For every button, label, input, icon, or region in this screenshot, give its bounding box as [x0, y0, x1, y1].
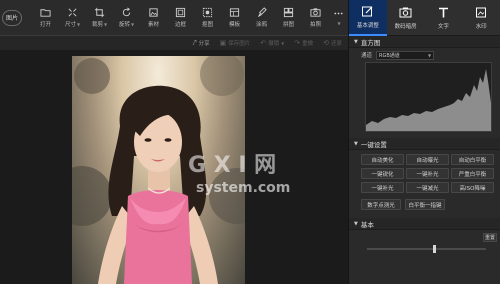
channel-label: 通道: [361, 53, 373, 59]
undo-button[interactable]: ↶ 撤销 ▼: [260, 39, 284, 47]
rotate-icon: [122, 7, 131, 17]
photo-editor-app: 图片 打开 尺寸▼ 裁剪▼ 旋转▼ 素材 边框 抠图 模板 涂鸦 拼图 拍照 ▼…: [0, 0, 500, 284]
tool-label: 打开: [39, 22, 51, 28]
save-icon: ▣: [219, 39, 227, 47]
slider-knob[interactable]: [433, 245, 436, 253]
text-icon: [438, 7, 448, 18]
template-icon: [229, 8, 240, 17]
toolbar-brush-button[interactable]: 涂鸦: [248, 2, 275, 34]
adjust-panel: 基本调整 数码暗房 文字 水印 ▼ 直方图 通道 RGB通道 ▼ ▼ 一键设置 …: [348, 0, 500, 284]
collapse-triangle-icon: ▼: [354, 38, 358, 45]
histogram-section-header[interactable]: ▼ 直方图: [349, 36, 500, 48]
tool-label: 模板: [228, 22, 240, 28]
toolbar-collage-button[interactable]: 拼图: [275, 2, 302, 34]
channel-select[interactable]: RGB通道 ▼: [376, 50, 435, 60]
darkroom-icon: [399, 7, 412, 18]
toolbar-cutout-button[interactable]: 抠图: [194, 2, 221, 34]
tool-label: 抠图: [201, 22, 213, 28]
tab-label: 基本调整: [356, 23, 379, 29]
spot-metering-button[interactable]: 数字点测光: [361, 199, 401, 210]
tab-label: 数码暗房: [394, 24, 417, 30]
tool-label: 裁剪▼: [91, 22, 108, 28]
sharpen-button[interactable]: 一键锐化: [361, 168, 404, 179]
toolbar-camera-button[interactable]: 拍照: [302, 2, 329, 34]
toolbar-resize-button[interactable]: 尺寸▼: [59, 2, 86, 34]
channel-row: 通道 RGB通道 ▼: [349, 48, 500, 62]
more-icon: [334, 12, 343, 15]
cutout-icon: [202, 7, 213, 18]
restore-icon: ⟲: [323, 39, 329, 47]
main-toolbar: 图片 打开 尺寸▼ 裁剪▼ 旋转▼ 素材 边框 抠图 模板 涂鸦 拼图 拍照 ▼: [0, 0, 348, 36]
brush-icon: [257, 7, 267, 18]
sticker-icon: [149, 8, 158, 17]
slider-track: [367, 248, 486, 250]
toolbar-crop-button[interactable]: 裁剪▼: [86, 2, 113, 34]
panel-tabs: 基本调整 数码暗房 文字 水印: [349, 0, 500, 36]
auto-exposure-button[interactable]: 自动曝光: [406, 154, 449, 165]
tool-label: 拍照: [309, 22, 321, 28]
basic-controls-row: 重置: [349, 230, 500, 244]
action-bar: ⤤ 分享 ▣ 保存图片 ↶ 撤销 ▼ ↷ 重做 ⟲ 还原: [0, 36, 348, 50]
quick-buttons-grid: 自动美化 自动曝光 自动白平衡 一键锐化 一键补光 严重白平衡 一键补光 一键减…: [349, 150, 500, 193]
undo-icon: ↶: [260, 39, 267, 47]
redo-icon: ↷: [294, 39, 301, 47]
save-button[interactable]: ▣ 保存图片: [220, 39, 251, 47]
high-iso-denoise-button[interactable]: 高ISO降噪: [451, 182, 494, 193]
collapse-triangle-icon: ▼: [354, 220, 358, 227]
tab-text[interactable]: 文字: [425, 0, 463, 36]
white-balance-picker-button[interactable]: 白平衡一指键: [405, 199, 445, 210]
quick-settings-section-header[interactable]: ▼ 一键设置: [349, 138, 500, 150]
tool-label: 尺寸▼: [64, 22, 81, 28]
collage-icon: [283, 7, 294, 18]
tool-list: 打开 尺寸▼ 裁剪▼ 旋转▼ 素材 边框 抠图 模板 涂鸦 拼图 拍照 ▼: [32, 2, 348, 34]
redo-button[interactable]: ↷ 重做: [294, 39, 313, 47]
toolbar-rotate-button[interactable]: 旋转▼: [113, 2, 140, 34]
tool-label: 旋转▼: [118, 22, 135, 28]
tool-label: ▼: [337, 21, 341, 26]
extra-buttons-row: 数字点测光 白平衡一指键: [349, 193, 500, 210]
fill-light-button[interactable]: 一键补光: [406, 168, 449, 179]
auto-beautify-button[interactable]: 自动美化: [361, 154, 404, 165]
toolbar-more-button[interactable]: ▼: [329, 2, 348, 34]
reset-button[interactable]: 重置: [483, 233, 497, 242]
open-image-button[interactable]: 图片: [2, 9, 22, 26]
resize-icon: [68, 8, 77, 17]
chevron-down-icon: ▼: [427, 52, 432, 58]
tab-label: 文字: [437, 24, 449, 30]
frame-icon: [175, 7, 186, 18]
share-button[interactable]: ⤤ 分享: [193, 39, 210, 48]
reduce-light-button[interactable]: 一键减光: [406, 182, 449, 193]
watermark-icon: [475, 7, 486, 18]
restore-button[interactable]: ⟲ 还原: [323, 39, 342, 47]
fill-light-button-2[interactable]: 一键补光: [361, 182, 404, 193]
histogram-graph: [365, 62, 492, 132]
adjust-icon: [362, 6, 373, 17]
portrait-photo[interactable]: [72, 56, 245, 284]
tab-label: 水印: [475, 24, 487, 30]
toolbar-template-button[interactable]: 模板: [221, 2, 248, 34]
tool-label: 拼图: [282, 22, 294, 28]
strict-white-balance-button[interactable]: 严重白平衡: [451, 168, 494, 179]
auto-white-balance-button[interactable]: 自动白平衡: [451, 154, 494, 165]
toolbar-frame-button[interactable]: 边框: [167, 2, 194, 34]
collapse-triangle-icon: ▼: [354, 140, 358, 147]
tool-label: 涂鸦: [255, 22, 267, 28]
tool-label: 素材: [147, 22, 159, 28]
basic-section-header[interactable]: ▼ 基本: [349, 218, 500, 230]
tab-watermark[interactable]: 水印: [462, 0, 500, 36]
crop-icon: [94, 7, 105, 18]
toolbar-open-button[interactable]: 打开: [32, 2, 59, 34]
folder-icon: [40, 9, 51, 17]
tool-label: 边框: [174, 22, 186, 28]
adjust-slider[interactable]: [349, 244, 500, 254]
portrait-illustration: [72, 56, 245, 284]
tab-basic-adjust[interactable]: 基本调整: [349, 0, 387, 36]
camera-icon: [310, 8, 321, 17]
tab-darkroom[interactable]: 数码暗房: [387, 0, 425, 36]
share-icon: ⤤: [192, 38, 197, 47]
image-canvas[interactable]: G X I 网 system.com: [0, 50, 348, 284]
toolbar-sticker-button[interactable]: 素材: [140, 2, 167, 34]
